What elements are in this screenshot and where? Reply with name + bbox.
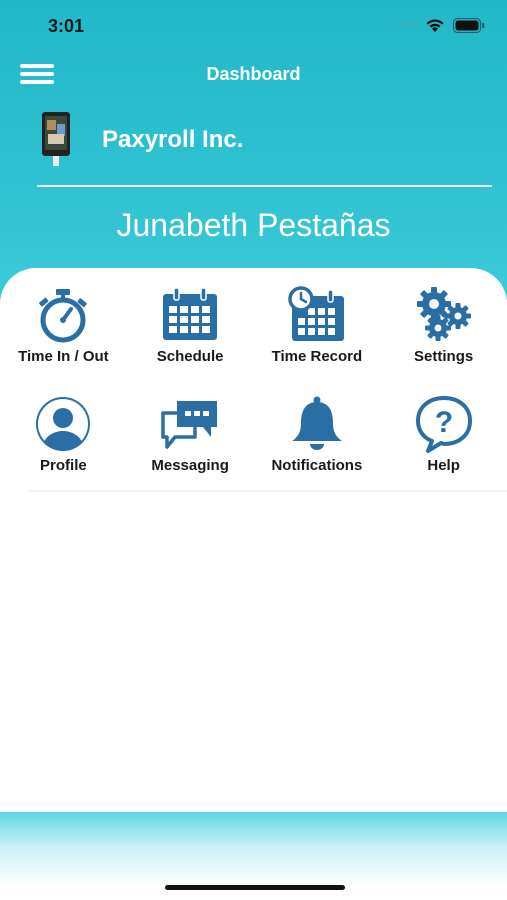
battery-icon: [453, 18, 485, 33]
menu-row: Profile Messaging Notifications ? Help: [0, 395, 507, 504]
dashboard-card: Time In / Out Schedule Time Record Setti…: [0, 268, 507, 813]
tile-label: Settings: [414, 348, 474, 365]
home-indicator[interactable]: [165, 885, 345, 890]
schedule-button[interactable]: Schedule: [127, 286, 254, 395]
menu-row: Time In / Out Schedule Time Record Setti…: [0, 286, 507, 395]
header-background: 3:01 •••• Dashboard Paxyroll Inc. Junabe…: [0, 0, 507, 300]
svg-text:?: ?: [434, 406, 452, 439]
tile-label: Time Record: [271, 348, 363, 365]
profile-button[interactable]: Profile: [0, 395, 127, 504]
grid-divider: [28, 490, 507, 492]
chat-icon: [161, 401, 218, 449]
wifi-icon: [426, 19, 444, 32]
menu-grid: Time In / Out Schedule Time Record Setti…: [0, 286, 507, 504]
status-icons: ••••: [399, 18, 485, 33]
user-icon: [36, 397, 91, 451]
messaging-button[interactable]: Messaging: [127, 395, 254, 504]
tile-label: Profile: [40, 457, 87, 474]
header-divider: [37, 185, 492, 187]
gears-icon: [416, 287, 471, 341]
status-bar: 3:01 ••••: [0, 0, 507, 54]
stopwatch-icon: [39, 289, 88, 343]
page-title: Dashboard: [206, 64, 301, 84]
settings-button[interactable]: Settings: [380, 286, 507, 395]
user-name: Junabeth Pestañas: [116, 207, 391, 243]
tile-label: Time In / Out: [18, 348, 109, 365]
calendar-history-icon: [288, 286, 344, 341]
company-name: Paxyroll Inc.: [102, 126, 244, 153]
status-time: 3:01: [48, 16, 85, 36]
device-logo-icon: [42, 112, 70, 166]
signal-icon: ••••: [398, 20, 417, 31]
tile-label: Help: [427, 457, 460, 474]
time-in-out-button[interactable]: Time In / Out: [0, 286, 127, 395]
help-button[interactable]: ? Help: [380, 395, 507, 504]
calendar-icon: [163, 287, 218, 340]
help-icon: ?: [415, 396, 472, 453]
bell-icon: [291, 396, 342, 450]
tile-label: Notifications: [271, 457, 363, 474]
tile-label: Schedule: [156, 348, 224, 365]
notifications-button[interactable]: Notifications: [254, 395, 381, 504]
tile-label: Messaging: [151, 457, 229, 474]
time-record-button[interactable]: Time Record: [254, 286, 381, 395]
